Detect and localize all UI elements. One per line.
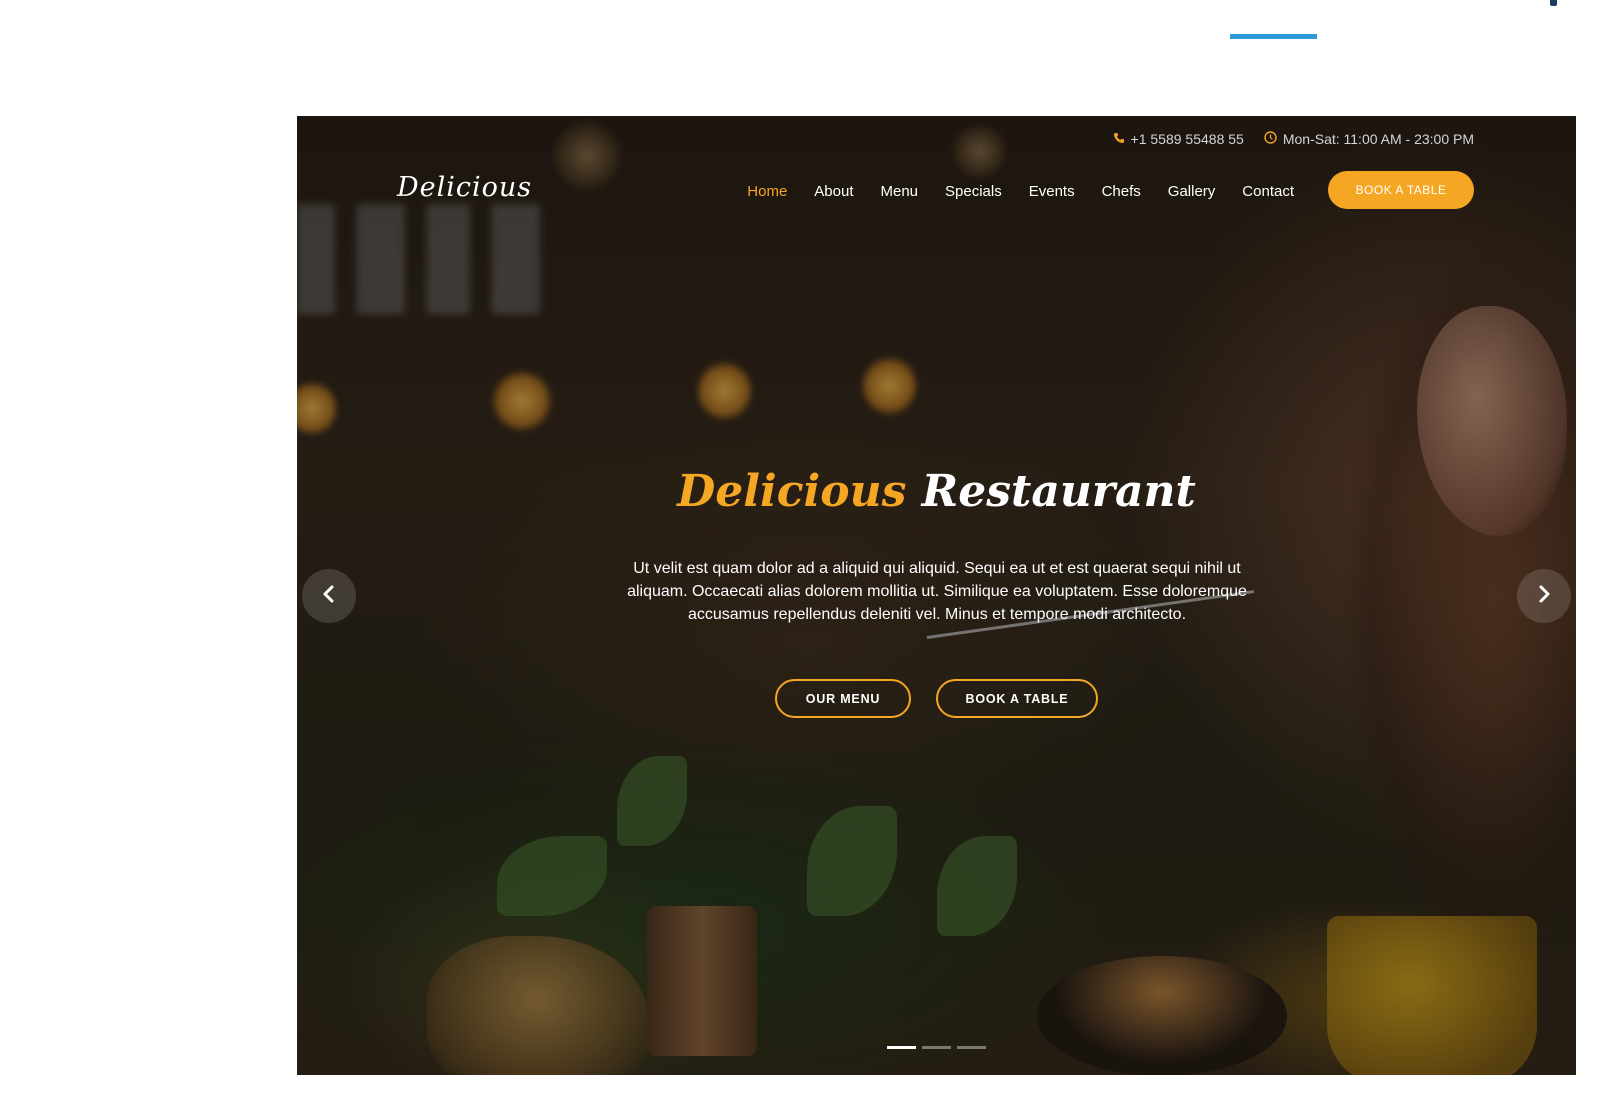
carousel-indicator-2[interactable] xyxy=(922,1046,951,1049)
carousel-indicator-3[interactable] xyxy=(957,1046,986,1049)
phone-icon xyxy=(1113,132,1125,147)
our-menu-button[interactable]: Our Menu xyxy=(775,679,911,718)
nav-specials[interactable]: Specials xyxy=(945,183,1002,205)
page: +1 5589 55488 55 Mon-Sat: 11:00 AM - 23:… xyxy=(0,0,1621,1099)
nav-about[interactable]: About xyxy=(814,183,853,205)
nav-contact[interactable]: Contact xyxy=(1242,183,1294,205)
carousel-next-button[interactable] xyxy=(1517,569,1571,623)
book-table-hero-button[interactable]: Book a Table xyxy=(936,679,1098,718)
chevron-left-icon xyxy=(319,584,339,609)
nav-chefs[interactable]: Chefs xyxy=(1102,183,1141,205)
hero-title: Delicious Restaurant xyxy=(297,466,1576,517)
top-info-bar: +1 5589 55488 55 Mon-Sat: 11:00 AM - 23:… xyxy=(1113,128,1474,150)
hero-title-brand: Delicious xyxy=(677,466,907,517)
phone-number: +1 5589 55488 55 xyxy=(1130,131,1244,147)
phone-info: +1 5589 55488 55 xyxy=(1113,131,1244,147)
hero-title-rest: Restaurant xyxy=(921,466,1196,517)
corner-mark xyxy=(1550,0,1557,6)
nav-gallery[interactable]: Gallery xyxy=(1168,183,1216,205)
carousel-indicators xyxy=(297,1046,1576,1049)
main-nav: Home About Menu Specials Events Chefs Ga… xyxy=(747,183,1294,205)
clock-icon xyxy=(1264,131,1277,147)
site-logo[interactable]: Delicious xyxy=(397,172,532,203)
chevron-right-icon xyxy=(1534,584,1554,609)
book-table-header-button[interactable]: Book a Table xyxy=(1328,171,1474,209)
nav-menu[interactable]: Menu xyxy=(881,183,919,205)
carousel-prev-button[interactable] xyxy=(302,569,356,623)
opening-hours: Mon-Sat: 11:00 AM - 23:00 PM xyxy=(1282,131,1474,147)
hero-cta-row: Our Menu Book a Table xyxy=(297,679,1576,718)
nav-events[interactable]: Events xyxy=(1029,183,1075,205)
hours-info: Mon-Sat: 11:00 AM - 23:00 PM xyxy=(1264,131,1474,147)
hero-preview: +1 5589 55488 55 Mon-Sat: 11:00 AM - 23:… xyxy=(297,116,1576,1075)
hero-description: Ut velit est quam dolor ad a aliquid qui… xyxy=(627,560,1247,623)
active-tab-underline xyxy=(1230,34,1317,39)
carousel-indicator-1[interactable] xyxy=(887,1046,916,1049)
nav-home[interactable]: Home xyxy=(747,183,787,205)
